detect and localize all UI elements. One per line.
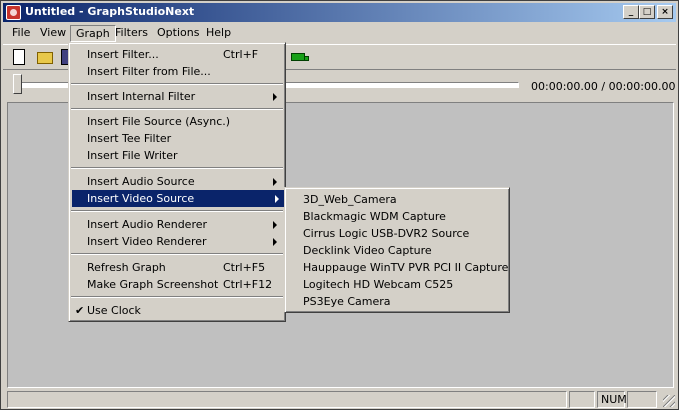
status-text-pane bbox=[7, 391, 567, 408]
menu-item-insert-file-source[interactable]: Insert File Source (Async.) bbox=[72, 113, 282, 130]
submenu-item-video-source[interactable]: Hauppauge WinTV PVR PCI II Capture bbox=[288, 259, 508, 276]
checkmark-icon: ✔ bbox=[75, 304, 85, 317]
menu-item-insert-filter[interactable]: Insert Filter... Ctrl+F bbox=[72, 46, 282, 63]
menu-item-insert-internal-filter[interactable]: Insert Internal Filter bbox=[72, 88, 282, 105]
menu-graph[interactable]: Graph bbox=[70, 25, 116, 42]
menu-separator bbox=[71, 253, 283, 255]
app-icon[interactable] bbox=[6, 5, 21, 20]
submenu-arrow-icon bbox=[273, 238, 277, 246]
minimize-button[interactable]: _ bbox=[623, 5, 639, 19]
submenu-item-video-source[interactable]: Cirrus Logic USB-DVR2 Source bbox=[288, 225, 506, 242]
menu-item-insert-tee-filter[interactable]: Insert Tee Filter bbox=[72, 130, 282, 147]
resize-grip[interactable] bbox=[663, 395, 675, 407]
menu-options[interactable]: Options bbox=[152, 25, 204, 42]
menu-item-insert-file-writer[interactable]: Insert File Writer bbox=[72, 147, 282, 164]
menu-item-insert-audio-source[interactable]: Insert Audio Source bbox=[72, 173, 282, 190]
menu-separator bbox=[71, 167, 283, 169]
menu-view[interactable]: View bbox=[35, 25, 71, 42]
submenu-item-video-source[interactable]: 3D_Web_Camera bbox=[288, 191, 506, 208]
menu-separator bbox=[71, 108, 283, 110]
menu-item-insert-audio-renderer[interactable]: Insert Audio Renderer bbox=[72, 216, 282, 233]
menu-separator bbox=[71, 83, 283, 85]
submenu-item-video-source[interactable]: Blackmagic WDM Capture bbox=[288, 208, 506, 225]
submenu-arrow-icon bbox=[273, 93, 277, 101]
menu-item-use-clock[interactable]: ✔ Use Clock bbox=[72, 302, 282, 319]
menu-item-make-graph-screenshot[interactable]: Make Graph Screenshot Ctrl+F12 bbox=[72, 276, 282, 293]
menu-filters[interactable]: Filters bbox=[110, 25, 153, 42]
submenu-arrow-icon bbox=[273, 221, 277, 229]
video-source-submenu: 3D_Web_Camera Blackmagic WDM Capture Cir… bbox=[284, 187, 510, 313]
status-num-pane: NUM bbox=[597, 391, 627, 408]
maximize-button[interactable]: □ bbox=[639, 5, 655, 19]
menu-item-refresh-graph[interactable]: Refresh Graph Ctrl+F5 bbox=[72, 259, 282, 276]
status-scrl-pane bbox=[627, 391, 657, 408]
new-file-icon[interactable] bbox=[13, 49, 25, 65]
menu-item-insert-video-renderer[interactable]: Insert Video Renderer bbox=[72, 233, 282, 250]
graph-menu: Insert Filter... Ctrl+F Insert Filter fr… bbox=[68, 42, 286, 322]
seek-slider-thumb[interactable] bbox=[13, 74, 22, 94]
submenu-arrow-icon bbox=[273, 178, 277, 186]
submenu-arrow-icon bbox=[275, 195, 279, 203]
connect-icon[interactable] bbox=[291, 53, 309, 61]
menu-item-insert-filter-from-file[interactable]: Insert Filter from File... bbox=[72, 63, 282, 80]
title-bar[interactable]: Untitled - GraphStudioNext _ □ × bbox=[3, 3, 676, 22]
open-folder-icon[interactable] bbox=[37, 52, 53, 64]
time-display: 00:00:00.00 / 00:00:00.00 bbox=[531, 80, 676, 93]
menu-separator bbox=[71, 210, 283, 212]
submenu-item-video-source[interactable]: PS3Eye Camera bbox=[288, 293, 506, 310]
menu-item-insert-video-source[interactable]: Insert Video Source bbox=[72, 190, 284, 207]
menu-bar: File View Graph Filters Options Help bbox=[3, 23, 676, 43]
window-title: Untitled - GraphStudioNext bbox=[25, 5, 195, 18]
menu-help[interactable]: Help bbox=[201, 25, 236, 42]
submenu-item-video-source[interactable]: Decklink Video Capture bbox=[288, 242, 506, 259]
status-bar: NUM bbox=[3, 390, 676, 408]
status-caps-pane bbox=[569, 391, 595, 408]
submenu-item-video-source[interactable]: Logitech HD Webcam C525 bbox=[288, 276, 506, 293]
menu-file[interactable]: File bbox=[7, 25, 35, 42]
close-button[interactable]: × bbox=[657, 5, 673, 19]
menu-separator bbox=[71, 296, 283, 298]
